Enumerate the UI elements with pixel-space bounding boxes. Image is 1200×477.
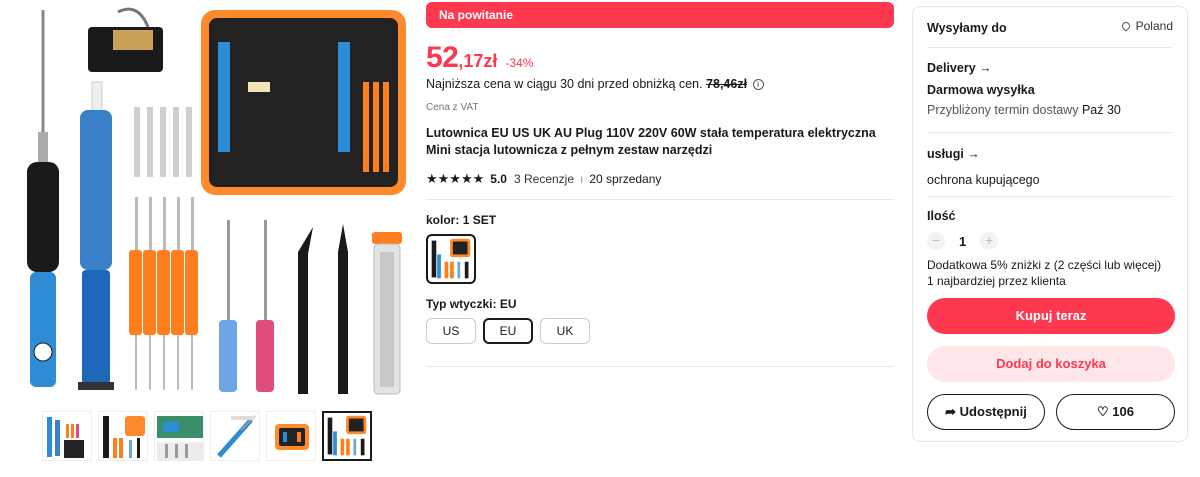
rating-row: ★★★★★ 5.0 3 Recenzje ı 20 sprzedany: [426, 171, 894, 187]
eta-date: Paź 30: [1081, 103, 1121, 117]
tool-case-image: [201, 10, 406, 195]
thumbnail-image: [275, 424, 309, 450]
purchase-limit-note: 1 najbardziej przez klienta: [927, 274, 1066, 288]
thumbnail-4[interactable]: [210, 411, 260, 461]
color-option-image: [431, 238, 471, 279]
thumbnail-5[interactable]: [266, 411, 316, 461]
share-button[interactable]: ➦ Udostępnij: [927, 394, 1045, 430]
welcome-banner: Na powitanie: [426, 2, 894, 28]
product-title: Lutownica EU US UK AU Plug 110V 220V 60W…: [426, 126, 876, 157]
product-info: Na powitanie 52 ,17zł -34% Najniższa cen…: [426, 2, 894, 367]
decrease-button[interactable]: −: [927, 232, 945, 250]
vat-note: Cena z VAT: [426, 102, 479, 113]
plug-label-text: Typ wtyczki:: [426, 297, 497, 311]
rating-value: 5.0: [490, 172, 507, 186]
reviews-link[interactable]: 3 Recenzje: [514, 172, 574, 186]
quantity-section: Ilość − 1 + Dodatkowa 5% zniżki z (2 czę…: [927, 209, 1173, 288]
delivery-link[interactable]: Delivery →: [927, 61, 1173, 75]
heart-icon: ♡: [1097, 404, 1109, 419]
divider: [426, 366, 894, 367]
quantity-value: 1: [959, 233, 967, 249]
thumbnail-image: [217, 415, 256, 458]
main-product-image[interactable]: [8, 2, 410, 402]
services-link[interactable]: usługi →: [927, 147, 1173, 161]
product-page: Na powitanie 52 ,17zł -34% Najniższa cen…: [0, 0, 1200, 477]
price-integer: 52: [426, 41, 459, 74]
product-gallery: [8, 2, 410, 472]
desoldering-pump-image: [78, 81, 114, 390]
color-label: kolor: 1 SET: [426, 213, 894, 227]
plug-label: Typ wtyczki: EU: [426, 297, 894, 311]
soldering-iron-image: [27, 10, 59, 387]
buyer-protection: ochrona kupującego: [927, 173, 1040, 187]
plug-value: EU: [499, 297, 517, 311]
divider: [927, 196, 1173, 197]
arrow-right-icon: →: [967, 147, 980, 161]
increase-button[interactable]: +: [980, 232, 999, 250]
arrow-right-icon: →: [979, 61, 992, 75]
lowest-price-value: 78,46zł: [706, 77, 748, 91]
thumbnail-6-selected[interactable]: [322, 411, 372, 461]
iron-stand-image: [88, 7, 163, 72]
color-option-1-set[interactable]: [426, 234, 476, 284]
country-name: Poland: [1135, 19, 1173, 33]
plug-option-eu[interactable]: EU: [483, 318, 533, 344]
lowest-price-note: Najniższa cena w ciągu 30 dni przed obni…: [426, 77, 894, 91]
bulk-discount-note: Dodatkowa 5% zniżki z (2 części lub więc…: [927, 258, 1162, 272]
delivery-section: Delivery → Darmowa wysyłka Przybliżony t…: [927, 61, 1173, 117]
ship-country: Poland: [1119, 19, 1173, 33]
sold-count: 20 sprzedany: [589, 172, 662, 186]
quantity-stepper: − 1 +: [927, 232, 1173, 250]
divider: [927, 47, 1173, 48]
plug-option-uk[interactable]: UK: [540, 318, 590, 344]
thumbnail-strip: [42, 411, 372, 461]
thumbnail-3[interactable]: [154, 411, 204, 461]
discount-badge: -34%: [505, 56, 534, 70]
scraper-tools-image: [129, 197, 198, 390]
plug-option-us[interactable]: US: [426, 318, 476, 344]
divider: [927, 132, 1173, 133]
services-title: usługi: [927, 147, 964, 161]
soldering-tips-image: [134, 107, 192, 177]
color-value: 1 SET: [462, 213, 497, 227]
services-section: usługi → ochrona kupującego: [927, 147, 1173, 187]
thumbnail-2[interactable]: [98, 411, 148, 461]
free-shipping: Darmowa wysyłka: [927, 83, 1035, 97]
delivery-title: Delivery: [927, 61, 976, 75]
thumbnail-1[interactable]: [42, 411, 92, 461]
ship-to-row[interactable]: Wysyłamy do Poland: [927, 19, 1173, 37]
screwdrivers-image: [219, 220, 274, 392]
delivery-eta: Przybliżony termin dostawy Paź 30: [927, 103, 1173, 117]
add-to-cart-button[interactable]: Dodaj do koszyka: [927, 346, 1175, 382]
purchase-panel: Wysyłamy do Poland Delivery → Darmowa wy…: [912, 6, 1188, 442]
plug-options: US EU UK: [426, 318, 894, 344]
share-icon: ➦: [945, 404, 957, 419]
wishlist-count: 106: [1112, 404, 1134, 419]
ship-to-label: Wysyłamy do: [927, 21, 1007, 35]
color-label-text: kolor:: [426, 213, 460, 227]
quantity-title: Ilość: [927, 209, 956, 223]
location-pin-icon: [1119, 20, 1132, 32]
thumbnail-image: [47, 417, 84, 458]
thumbnail-image: [103, 416, 145, 458]
tweezers-image: [298, 224, 348, 394]
separator: ı: [580, 172, 584, 186]
thumbnail-image: [157, 416, 203, 460]
solder-tube-image: [372, 232, 402, 395]
star-rating-icon: ★★★★★: [426, 171, 485, 186]
info-icon[interactable]: i: [752, 79, 764, 90]
eta-prefix: Przybliżony termin dostawy: [927, 103, 1079, 117]
thumbnail-image: [327, 415, 367, 456]
share-label: Udostępnij: [959, 404, 1027, 419]
divider: [426, 199, 894, 200]
price-decimal: ,17zł: [458, 51, 498, 71]
price-row: 52 ,17zł -34%: [426, 41, 894, 75]
lowest-price-text: Najniższa cena w ciągu 30 dni przed obni…: [426, 77, 703, 91]
buy-now-button[interactable]: Kupuj teraz: [927, 298, 1175, 334]
wishlist-button[interactable]: ♡ 106: [1056, 394, 1175, 430]
